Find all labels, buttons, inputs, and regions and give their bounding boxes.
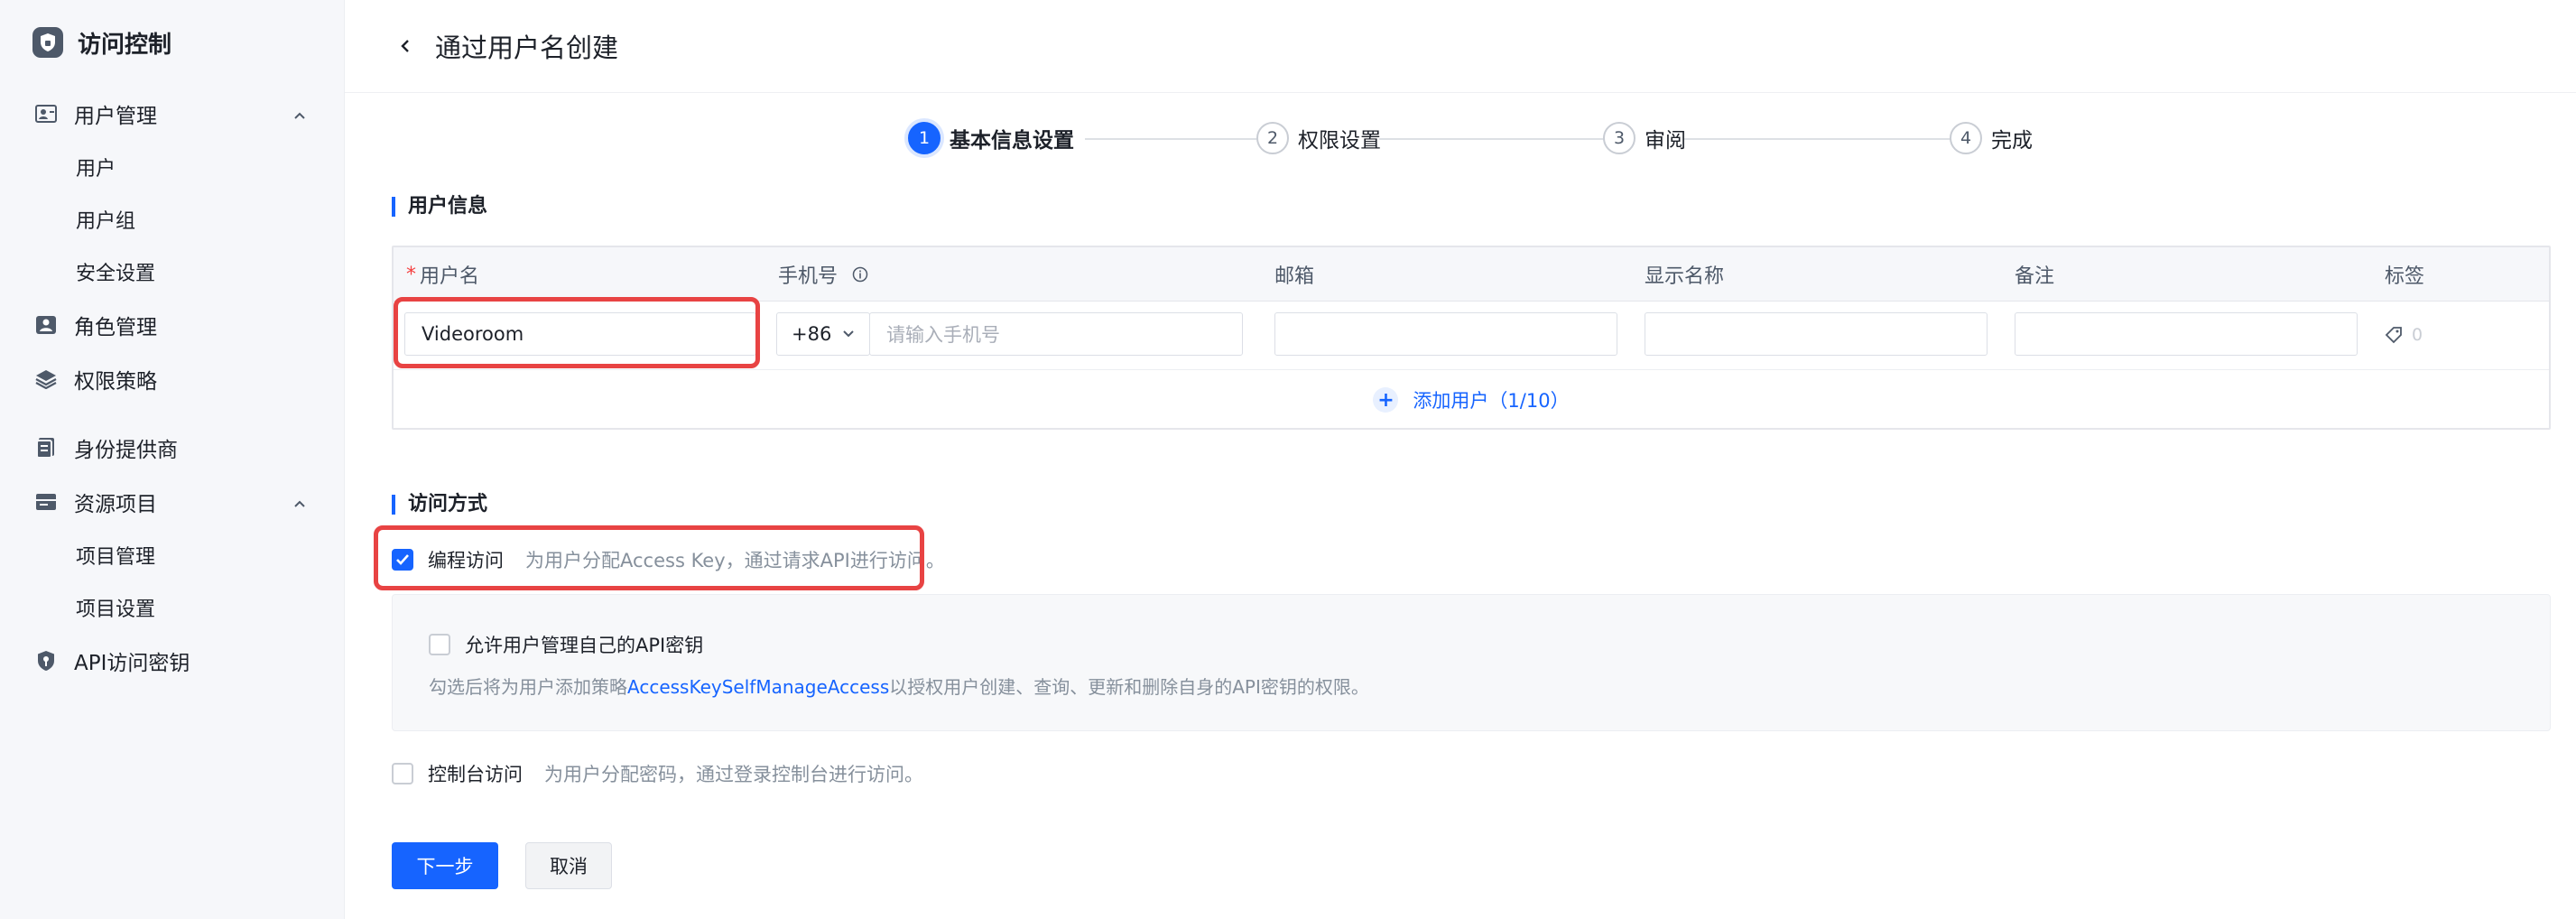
sidebar-item-label: 角色管理	[74, 316, 157, 339]
sidebar-item-label: 资源项目	[74, 493, 157, 516]
sidebar-item-user-groups[interactable]: 用户组	[0, 193, 344, 246]
step-basic-info: 1 基本信息设置	[908, 120, 1074, 156]
step-done: 4 完成	[1950, 120, 2033, 156]
sidebar-item-api-keys[interactable]: API访问密钥	[0, 634, 344, 688]
step-number: 2	[1256, 122, 1289, 154]
step-label: 权限设置	[1298, 129, 1381, 153]
country-code-select[interactable]: +86	[776, 312, 870, 356]
step-connector	[1684, 138, 1951, 140]
phone-input[interactable]: 请输入手机号	[869, 312, 1243, 356]
next-button[interactable]: 下一步	[392, 842, 498, 889]
id-provider-icon	[34, 436, 58, 460]
step-label: 审阅	[1645, 129, 1686, 153]
sidebar-item-policies[interactable]: 权限策略	[0, 352, 344, 406]
sidebar-header: 访问控制	[0, 0, 344, 85]
console-access-option[interactable]: 控制台访问 为用户分配密码，通过登录控制台进行访问。	[392, 760, 923, 787]
sidebar-item-project-management[interactable]: 项目管理	[0, 529, 344, 581]
step-connector	[1379, 138, 1605, 140]
display-name-input[interactable]	[1645, 312, 1988, 356]
col-username: * 用户名	[406, 247, 479, 302]
col-display-name: 显示名称	[1645, 265, 1725, 288]
sidebar-item-project-settings[interactable]: 项目设置	[0, 581, 344, 634]
info-icon[interactable]	[852, 266, 868, 283]
sidebar-item-label: 用户管理	[74, 105, 157, 128]
required-mark: *	[406, 263, 416, 286]
step-number: 3	[1603, 122, 1635, 154]
sidebar-title: 访问控制	[78, 31, 172, 59]
sidebar-item-label: API访问密钥	[74, 652, 190, 675]
user-card-icon	[34, 102, 58, 125]
checkbox-console[interactable]	[392, 763, 413, 784]
checkbox-allow-self-manage[interactable]	[429, 634, 450, 655]
chevron-up-icon[interactable]	[293, 490, 306, 514]
hint-prefix: 勾选后将为用户添加策略	[429, 676, 627, 698]
tag-icon	[2385, 326, 2403, 344]
sidebar-item-role-management[interactable]: 角色管理	[0, 298, 344, 352]
col-label: 手机号	[778, 265, 839, 288]
key-shield-icon	[34, 649, 58, 673]
self-manage-hint: 勾选后将为用户添加策略AccessKeySelfManageAccess以授权用…	[429, 673, 1369, 699]
step-connector	[1085, 138, 1260, 140]
add-user-label: 添加用户（1/10）	[1413, 390, 1570, 412]
sidebar-item-user-management[interactable]: 用户管理	[0, 87, 344, 141]
sidebar-sub-label: 项目管理	[76, 546, 156, 569]
page-header: 通过用户名创建	[345, 0, 2576, 93]
col-remark: 备注	[2015, 265, 2055, 288]
console-access-desc: 为用户分配密码，通过登录控制台进行访问。	[544, 764, 923, 785]
add-user-button[interactable]: + 添加用户（1/10）	[394, 370, 2549, 430]
console-access-label: 控制台访问	[428, 764, 523, 785]
programmatic-highlight	[374, 525, 924, 590]
step-label: 基本信息设置	[950, 129, 1074, 153]
chevron-left-icon[interactable]	[399, 37, 417, 55]
sidebar-item-identity-provider[interactable]: 身份提供商	[0, 421, 344, 475]
role-icon	[34, 313, 58, 337]
sidebar-sub-label: 用户组	[76, 210, 136, 233]
allow-self-manage-label: 允许用户管理自己的API密钥	[465, 635, 704, 656]
allow-self-manage-option[interactable]: 允许用户管理自己的API密钥	[429, 631, 703, 658]
col-email: 邮箱	[1274, 265, 1315, 288]
step-number: 4	[1950, 122, 1982, 154]
policy-link[interactable]: AccessKeySelfManageAccess	[627, 676, 889, 698]
sidebar-item-label: 权限策略	[74, 370, 157, 394]
step-review: 3 审阅	[1603, 120, 1686, 156]
col-phone: 手机号	[778, 247, 868, 302]
layers-icon	[34, 367, 58, 391]
tag-count: 0	[2412, 325, 2423, 345]
sidebar-item-resource-projects[interactable]: 资源项目	[0, 475, 344, 529]
stepper: 1 基本信息设置 2 权限设置 3 审阅 4 完成	[908, 120, 2397, 156]
sidebar-item-users[interactable]: 用户	[0, 141, 344, 193]
email-input[interactable]	[1274, 312, 1617, 356]
step-label: 完成	[1991, 129, 2033, 153]
section-title-access: 访问方式	[392, 495, 487, 515]
step-permissions: 2 权限设置	[1256, 120, 1381, 156]
plus-icon: +	[1373, 387, 1399, 413]
sidebar: 访问控制 用户管理 用户 用户组 安全设置 角色管理 权限策略 身份提供商 资源…	[0, 0, 345, 919]
page-title: 通过用户名创建	[435, 32, 619, 63]
table-header: * 用户名 手机号 邮箱 显示名称 备注 标签	[394, 247, 2549, 302]
folder-icon	[34, 490, 58, 514]
shield-lock-icon	[32, 27, 63, 58]
chevron-down-icon	[842, 330, 855, 339]
col-tags: 标签	[2385, 265, 2425, 288]
col-label: 用户名	[420, 265, 480, 288]
cancel-button[interactable]: 取消	[525, 842, 612, 889]
api-key-panel: 允许用户管理自己的API密钥 勾选后将为用户添加策略AccessKeySelfM…	[392, 594, 2551, 731]
chevron-up-icon[interactable]	[293, 102, 306, 125]
hint-suffix: 以授权用户创建、查询、更新和删除自身的API密钥的权限。	[889, 676, 1369, 698]
username-highlight	[394, 297, 760, 368]
sidebar-sub-label: 项目设置	[76, 599, 156, 621]
step-number: 1	[908, 122, 941, 154]
main-content: 通过用户名创建 1 基本信息设置 2 权限设置 3 审阅 4 完成 用户信息 *…	[345, 0, 2576, 919]
tag-editor[interactable]: 0	[2385, 325, 2423, 345]
country-code-value: +86	[792, 323, 832, 345]
sidebar-item-security-settings[interactable]: 安全设置	[0, 246, 344, 298]
sidebar-sub-label: 安全设置	[76, 263, 156, 285]
sidebar-sub-label: 用户	[76, 158, 116, 181]
sidebar-item-label: 身份提供商	[74, 439, 178, 462]
remark-input[interactable]	[2015, 312, 2358, 356]
section-title-user-info: 用户信息	[392, 197, 487, 217]
